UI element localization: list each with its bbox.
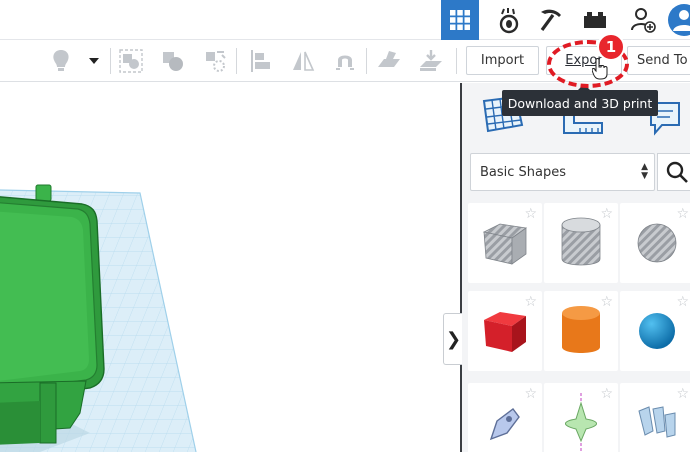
cruise-button[interactable] xyxy=(332,48,358,74)
mirror-icon xyxy=(293,51,315,71)
bricks-button[interactable] xyxy=(532,0,570,40)
align-tool-button[interactable] xyxy=(248,48,274,74)
chevron-right-icon: ❯ xyxy=(445,328,462,350)
shape-tile-text[interactable]: ☆ xyxy=(620,383,690,452)
tooltip-text: Download and 3D print xyxy=(507,95,653,111)
search-shapes-button[interactable] xyxy=(657,153,690,191)
add-user-icon xyxy=(631,8,656,33)
send-to-label: Send To xyxy=(637,53,688,68)
shapes-panel: Basic Shapes ▲ ▼ ☆ ☆ ☆ ☆ ☆ ☆ ☆ ☆ ☆ xyxy=(462,83,690,452)
workplane-button[interactable] xyxy=(376,48,402,74)
tinkercad-editor: Import Expor Send To ❯ Basic Shapes ▲ ▼ … xyxy=(0,0,690,452)
striped-sphere-icon xyxy=(637,223,677,263)
orange-cylinder-icon xyxy=(562,306,600,353)
favorite-star-icon[interactable]: ☆ xyxy=(600,295,613,309)
workplane-icon xyxy=(378,51,400,67)
favorite-star-icon[interactable]: ☆ xyxy=(524,295,537,309)
shape-tile-sphere-hole[interactable]: ☆ xyxy=(620,203,690,283)
mirror-button[interactable] xyxy=(290,48,316,74)
shape-tile-cylinder-hole[interactable]: ☆ xyxy=(544,203,618,283)
ungroup-icon xyxy=(163,52,183,71)
shape-library-select[interactable]: Basic Shapes ▲ ▼ xyxy=(470,153,655,191)
top-bar xyxy=(0,0,690,40)
grid-icon xyxy=(450,10,470,30)
sim-lab-icon xyxy=(499,8,519,34)
shape-tile-sphere[interactable]: ☆ xyxy=(620,291,690,371)
notes-dropdown[interactable] xyxy=(84,48,104,74)
shape-tile-cylinder[interactable]: ☆ xyxy=(544,291,618,371)
shape-tile-scribble[interactable]: ☆ xyxy=(468,383,542,452)
send-to-button[interactable]: Send To xyxy=(627,46,690,75)
striped-cylinder-icon xyxy=(561,217,601,266)
collapse-panel-button[interactable]: ❯ xyxy=(443,313,463,365)
mouse-cursor-icon xyxy=(591,58,608,84)
toolbar-divider xyxy=(366,48,367,74)
toggle-notes-button[interactable] xyxy=(48,48,74,74)
group-button[interactable] xyxy=(118,48,144,74)
shape-tile-shape-generator[interactable]: ☆ xyxy=(544,383,618,452)
caret-down-icon xyxy=(89,58,99,64)
select-arrows-icon: ▲ ▼ xyxy=(641,162,648,181)
blue-sphere-icon xyxy=(639,313,675,349)
workplane-canvas[interactable] xyxy=(0,83,460,452)
import-label: Import xyxy=(480,53,525,68)
toolbar-divider xyxy=(110,48,111,74)
3d-design-view-button[interactable] xyxy=(441,0,479,40)
blocks-button[interactable] xyxy=(490,0,528,40)
annotation-step-number: 1 xyxy=(605,38,617,56)
profile-button[interactable] xyxy=(664,0,690,40)
align-icon xyxy=(251,50,270,72)
ruler-button[interactable] xyxy=(418,48,444,74)
toolbar-divider xyxy=(456,48,457,74)
workplane-scene xyxy=(0,184,197,452)
favorite-star-icon[interactable]: ☆ xyxy=(600,207,613,221)
favorite-star-icon[interactable]: ☆ xyxy=(676,295,689,309)
annotation-step-badge: 1 xyxy=(597,33,625,61)
shape-tile-box-hole[interactable]: ☆ xyxy=(468,203,542,283)
favorite-star-icon[interactable]: ☆ xyxy=(676,207,689,221)
search-icon xyxy=(666,161,688,183)
invite-button[interactable] xyxy=(624,0,662,40)
text-shape-icon xyxy=(638,406,676,438)
avatar-icon xyxy=(668,4,690,36)
ungroup-button[interactable] xyxy=(160,48,186,74)
brick-icon xyxy=(584,12,606,28)
favorite-star-icon[interactable]: ☆ xyxy=(524,387,537,401)
lightbulb-icon xyxy=(53,50,69,71)
export-tooltip: Download and 3D print xyxy=(502,90,658,116)
align-button[interactable] xyxy=(202,48,228,74)
ruler-drop-icon xyxy=(420,50,442,71)
group-icon xyxy=(119,49,143,73)
shape-library-value: Basic Shapes xyxy=(480,164,567,180)
shape-tile-box[interactable]: ☆ xyxy=(468,291,542,371)
shape-generator-icon xyxy=(565,393,597,452)
scribble-icon xyxy=(489,408,520,441)
import-button[interactable]: Import xyxy=(466,46,539,75)
favorite-star-icon[interactable]: ☆ xyxy=(600,387,613,401)
magnet-icon xyxy=(336,55,354,70)
striped-box-icon xyxy=(482,223,528,265)
red-box-icon xyxy=(484,312,526,352)
favorite-star-icon[interactable]: ☆ xyxy=(524,207,537,221)
favorite-star-icon[interactable]: ☆ xyxy=(676,387,689,401)
toolbar-divider xyxy=(236,48,237,74)
pickaxe-icon xyxy=(540,9,561,31)
ungroup-dashed-icon xyxy=(206,51,226,72)
